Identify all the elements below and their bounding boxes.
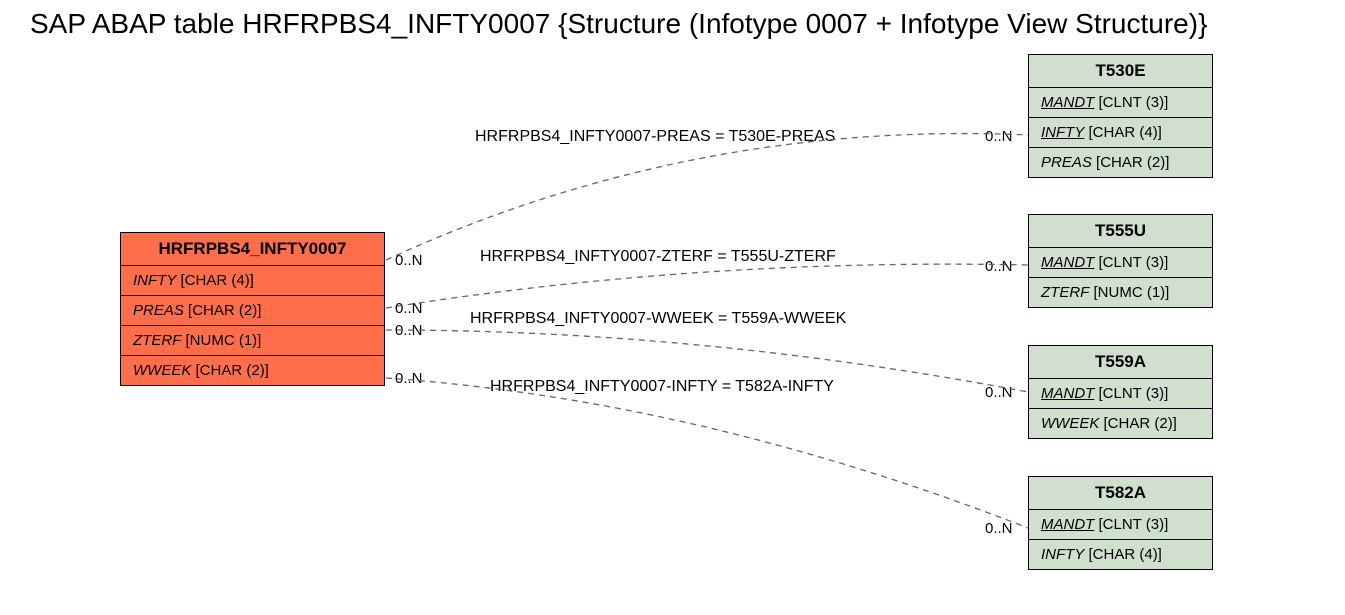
- cardinality-src-2: 0..N: [395, 322, 423, 339]
- entity-t555u: T555U MANDT [CLNT (3)] ZTERF [NUMC (1)]: [1028, 214, 1213, 308]
- entity-t530e-field: PREAS [CHAR (2)]: [1029, 148, 1212, 177]
- entity-source-field: INFTY [CHAR (4)]: [121, 266, 384, 296]
- cardinality-tgt-1: 0..N: [985, 258, 1013, 275]
- cardinality-tgt-0: 0..N: [985, 128, 1013, 145]
- entity-t530e-field: MANDT [CLNT (3)]: [1029, 88, 1212, 118]
- cardinality-src-1: 0..N: [395, 300, 423, 317]
- entity-t555u-field: ZTERF [NUMC (1)]: [1029, 278, 1212, 307]
- relation-label-infty: HRFRPBS4_INFTY0007-INFTY = T582A-INFTY: [490, 378, 834, 396]
- entity-t582a-field: MANDT [CLNT (3)]: [1029, 510, 1212, 540]
- relation-label-preas: HRFRPBS4_INFTY0007-PREAS = T530E-PREAS: [475, 128, 835, 146]
- entity-source: HRFRPBS4_INFTY0007 INFTY [CHAR (4)] PREA…: [120, 232, 385, 386]
- entity-t530e: T530E MANDT [CLNT (3)] INFTY [CHAR (4)] …: [1028, 54, 1213, 178]
- entity-source-header: HRFRPBS4_INFTY0007: [121, 233, 384, 266]
- entity-source-field: ZTERF [NUMC (1)]: [121, 326, 384, 356]
- entity-source-field: WWEEK [CHAR (2)]: [121, 356, 384, 385]
- relation-label-wweek: HRFRPBS4_INFTY0007-WWEEK = T559A-WWEEK: [470, 310, 846, 328]
- entity-t530e-field: INFTY [CHAR (4)]: [1029, 118, 1212, 148]
- entity-t555u-header: T555U: [1029, 215, 1212, 248]
- entity-source-field: PREAS [CHAR (2)]: [121, 296, 384, 326]
- entity-t555u-field: MANDT [CLNT (3)]: [1029, 248, 1212, 278]
- cardinality-src-3: 0..N: [395, 370, 423, 387]
- cardinality-tgt-3: 0..N: [985, 520, 1013, 537]
- cardinality-src-0: 0..N: [395, 252, 423, 269]
- entity-t559a: T559A MANDT [CLNT (3)] WWEEK [CHAR (2)]: [1028, 345, 1213, 439]
- entity-t582a: T582A MANDT [CLNT (3)] INFTY [CHAR (4)]: [1028, 476, 1213, 570]
- cardinality-tgt-2: 0..N: [985, 384, 1013, 401]
- entity-t559a-field: WWEEK [CHAR (2)]: [1029, 409, 1212, 438]
- page-title: SAP ABAP table HRFRPBS4_INFTY0007 {Struc…: [30, 8, 1207, 40]
- relation-label-zterf: HRFRPBS4_INFTY0007-ZTERF = T555U-ZTERF: [480, 248, 836, 266]
- entity-t559a-header: T559A: [1029, 346, 1212, 379]
- entity-t582a-header: T582A: [1029, 477, 1212, 510]
- entity-t582a-field: INFTY [CHAR (4)]: [1029, 540, 1212, 569]
- entity-t559a-field: MANDT [CLNT (3)]: [1029, 379, 1212, 409]
- entity-t530e-header: T530E: [1029, 55, 1212, 88]
